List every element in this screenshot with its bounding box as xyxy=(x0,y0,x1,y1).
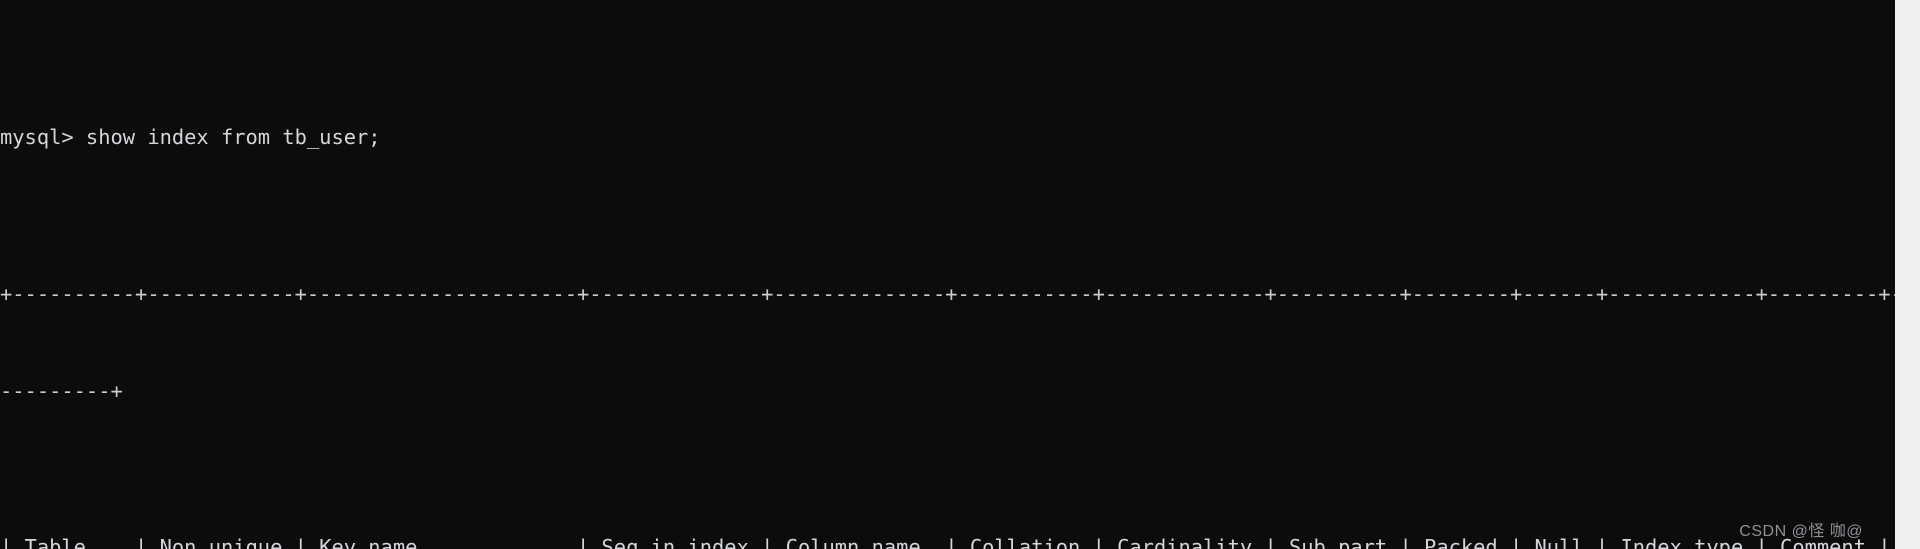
table-top-separator: +----------+------------+---------------… xyxy=(0,281,1895,306)
terminal-prompt-line: mysql> show index from tb_user; xyxy=(0,125,381,150)
table-top-separator-continuation: ---------+ xyxy=(0,378,123,403)
terminal-window[interactable]: mysql> show index from tb_user; +-------… xyxy=(0,0,1895,549)
terminal-output[interactable]: mysql> show index from tb_user; +-------… xyxy=(0,1,1895,549)
page-right-gutter xyxy=(1895,0,1920,549)
screenshot-root: mysql> show index from tb_user; +-------… xyxy=(0,0,1920,549)
table-header-row: | Table | Non_unique | Key_name | Seq_in… xyxy=(0,535,1895,549)
